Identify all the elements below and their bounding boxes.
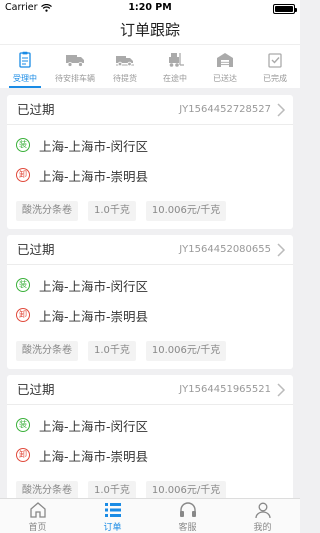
nav-bar: 订单跟踪 — [0, 16, 300, 44]
chevron-right-icon[interactable] — [275, 383, 287, 397]
order-card[interactable]: 已过期 JY1564451965521 装 上海-上海市-闵行区 卸 上海-上海… — [7, 375, 293, 498]
order-card-header: 已过期 JY1564452080655 — [7, 235, 293, 265]
tab-label: 首页 — [28, 523, 47, 533]
cargo-tags: 酸洗分条卷 1.0千克 10.006元/千克 — [16, 341, 227, 361]
load-address: 上海-上海市-闵行区 — [39, 278, 149, 294]
tab-home[interactable]: 首页 — [0, 499, 75, 533]
tab-label: 订单 — [103, 523, 122, 533]
weight-tag: 1.0千克 — [88, 201, 136, 221]
cargo-tags: 酸洗分条卷 1.0千克 10.006元/千克 — [16, 481, 227, 498]
tab-orders[interactable]: 订单 — [75, 499, 150, 533]
unload-route: 卸 上海-上海市-崇明县 — [16, 304, 148, 326]
delivery-truck-icon — [116, 56, 134, 67]
cargo-type-tag: 酸洗分条卷 — [16, 201, 78, 221]
load-badge: 装 — [16, 278, 30, 292]
cargo-type-tag: 酸洗分条卷 — [16, 341, 78, 361]
forklift-icon — [169, 53, 184, 67]
list-icon — [104, 503, 121, 517]
unload-route: 卸 上海-上海市-崇明县 — [16, 444, 148, 466]
unload-address: 上海-上海市-崇明县 — [39, 448, 149, 464]
screen: Carrier 1:20 PM 订单跟踪 受理中 待安排车辆 待提货 在途中 已… — [0, 0, 300, 533]
load-route: 装 上海-上海市-闵行区 — [16, 414, 148, 436]
order-status-tabs: 受理中 待安排车辆 待提货 在途中 已送达 已完成 — [0, 44, 300, 88]
load-route: 装 上海-上海市-闵行区 — [16, 134, 148, 156]
load-address: 上海-上海市-闵行区 — [39, 418, 149, 434]
order-number: JY1564452728527 — [179, 104, 271, 115]
handshake-icon — [268, 53, 282, 68]
unload-badge: 卸 — [16, 308, 30, 322]
load-route: 装 上海-上海市-闵行区 — [16, 274, 148, 296]
tab-in-transit[interactable]: 在途中 — [150, 45, 200, 88]
tab-label: 受理中 — [13, 74, 37, 83]
unload-address: 上海-上海市-崇明县 — [39, 308, 149, 324]
tab-accepting[interactable]: 受理中 — [0, 45, 50, 88]
tab-awaiting-pickup[interactable]: 待提货 — [100, 45, 150, 88]
tab-completed[interactable]: 已完成 — [250, 45, 300, 88]
tab-profile[interactable]: 我的 — [225, 499, 300, 533]
order-status: 已过期 — [17, 102, 55, 117]
order-number: JY1564452080655 — [179, 244, 271, 255]
warehouse-icon — [217, 53, 233, 67]
home-icon — [29, 502, 46, 518]
truck-icon — [66, 55, 84, 67]
tab-label: 已完成 — [263, 74, 287, 83]
order-card-header: 已过期 JY1564451965521 — [7, 375, 293, 405]
clock: 1:20 PM — [128, 2, 172, 13]
unload-address: 上海-上海市-崇明县 — [39, 168, 149, 184]
weight-tag: 1.0千克 — [88, 341, 136, 361]
load-badge: 装 — [16, 138, 30, 152]
unload-badge: 卸 — [16, 448, 30, 462]
tab-customer-service[interactable]: 客服 — [150, 499, 225, 533]
clipboard-icon — [19, 51, 31, 68]
headset-icon — [179, 502, 196, 517]
tab-label: 待提货 — [113, 74, 137, 83]
unload-route: 卸 上海-上海市-崇明县 — [16, 164, 148, 186]
price-tag: 10.006元/千克 — [145, 341, 227, 361]
person-icon — [254, 502, 271, 519]
page-title: 订单跟踪 — [119, 21, 180, 39]
weight-tag: 1.0千克 — [88, 481, 136, 498]
cargo-tags: 酸洗分条卷 1.0千克 10.006元/千克 — [16, 201, 227, 221]
price-tag: 10.006元/千克 — [145, 201, 227, 221]
order-list: 已过期 JY1564452728527 装 上海-上海市-闵行区 卸 上海-上海… — [0, 88, 300, 498]
price-tag: 10.006元/千克 — [145, 481, 227, 498]
order-status: 已过期 — [17, 242, 55, 257]
load-badge: 装 — [16, 418, 30, 432]
order-status: 已过期 — [17, 382, 55, 397]
order-card[interactable]: 已过期 JY1564452080655 装 上海-上海市-闵行区 卸 上海-上海… — [7, 235, 293, 369]
status-bar: Carrier 1:20 PM — [0, 0, 300, 16]
order-card[interactable]: 已过期 JY1564452728527 装 上海-上海市-闵行区 卸 上海-上海… — [7, 95, 293, 229]
bottom-tab-bar: 首页 订单 客服 我的 — [0, 498, 300, 533]
order-card-header: 已过期 JY1564452728527 — [7, 95, 293, 125]
tab-delivered[interactable]: 已送达 — [200, 45, 250, 88]
order-number: JY1564451965521 — [179, 384, 271, 395]
tab-label: 已送达 — [213, 74, 237, 83]
unload-badge: 卸 — [16, 168, 30, 182]
load-address: 上海-上海市-闵行区 — [39, 138, 149, 154]
tab-awaiting-vehicle[interactable]: 待安排车辆 — [50, 45, 100, 88]
tab-label: 在途中 — [163, 74, 187, 83]
battery-icon — [273, 4, 297, 14]
chevron-right-icon[interactable] — [275, 243, 287, 257]
chevron-right-icon[interactable] — [275, 103, 287, 117]
tab-label: 待安排车辆 — [55, 74, 95, 83]
cargo-type-tag: 酸洗分条卷 — [16, 481, 78, 498]
tab-label: 我的 — [253, 523, 272, 533]
tab-label: 客服 — [178, 523, 197, 533]
